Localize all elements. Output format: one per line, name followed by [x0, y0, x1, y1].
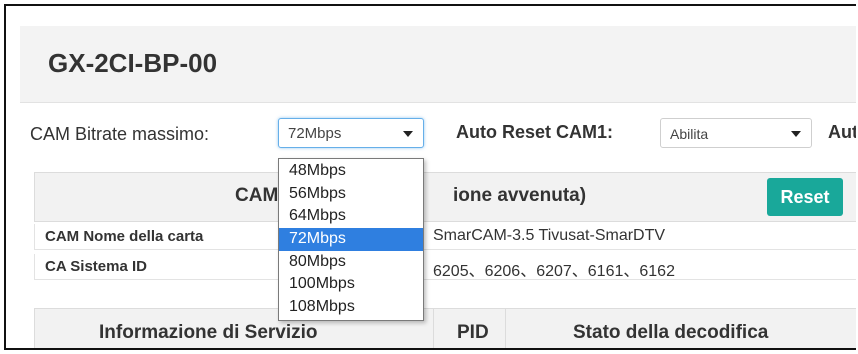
service-table-header: Informazione di Servizio PID Stato della…	[34, 308, 856, 348]
auto-reset-label: Auto Reset CAM1:	[456, 122, 614, 142]
cam-status-header: CAM ione avvenuta) Reset	[34, 172, 856, 222]
reset-button[interactable]: Reset	[767, 178, 843, 216]
auto-reset-label-cut: Aut	[828, 122, 856, 142]
cam-status-text: ione avvenuta)	[453, 185, 587, 206]
chevron-down-icon	[791, 131, 801, 137]
bitrate-select[interactable]: 72Mbps	[278, 118, 424, 148]
column-divider	[433, 309, 434, 348]
info-value: SmarCAM-3.5 Tivusat-SmarDTV	[433, 227, 666, 244]
info-row-card-name: CAM Nome della carta SmarCAM-3.5 Tivusat…	[34, 224, 856, 250]
column-header-decode-status: Stato della decodifica	[573, 322, 769, 343]
bitrate-dropdown-list[interactable]: 48Mbps 56Mbps 64Mbps 72Mbps 80Mbps 100Mb…	[278, 158, 424, 321]
cam-title: CAM	[235, 185, 279, 206]
auto-reset-select-value: Abilita	[670, 126, 709, 142]
bitrate-label: CAM Bitrate massimo:	[30, 124, 210, 144]
column-divider	[505, 309, 506, 348]
auto-reset-select[interactable]: Abilita	[660, 118, 812, 148]
app-frame: GX-2CI-BP-00 CAM Bitrate massimo: 72Mbps…	[4, 4, 856, 350]
column-header-service-info: Informazione di Servizio	[99, 322, 318, 343]
info-value: 6205、6206、6207、6161、6162	[433, 263, 675, 280]
info-key: CA Sistema ID	[45, 258, 147, 275]
dropdown-option[interactable]: 56Mbps	[279, 183, 423, 206]
dropdown-option-selected[interactable]: 72Mbps	[279, 228, 423, 251]
page-header: GX-2CI-BP-00	[20, 26, 856, 103]
dropdown-option[interactable]: 108Mbps	[279, 296, 423, 319]
chevron-down-icon	[403, 131, 413, 137]
dropdown-option[interactable]: 48Mbps	[279, 160, 423, 183]
info-key: CAM Nome della carta	[45, 228, 204, 245]
dropdown-option[interactable]: 80Mbps	[279, 251, 423, 274]
bitrate-select-value: 72Mbps	[288, 125, 342, 142]
column-header-pid: PID	[457, 322, 489, 343]
info-row-ca-system-id: CA Sistema ID 6205、6206、6207、6161、6162	[34, 254, 856, 280]
dropdown-option[interactable]: 64Mbps	[279, 205, 423, 228]
dropdown-option[interactable]: 100Mbps	[279, 273, 423, 296]
page-title: GX-2CI-BP-00	[48, 48, 218, 78]
